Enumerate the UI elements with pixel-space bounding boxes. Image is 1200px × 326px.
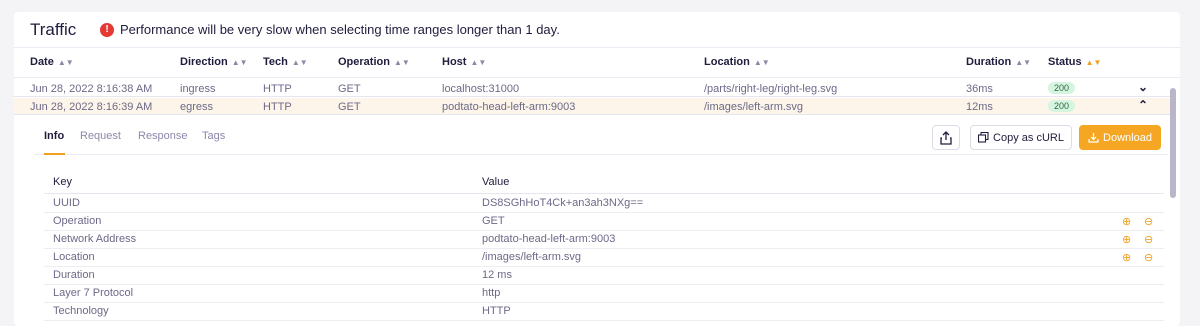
traffic-header: Traffic ! Performance will be very slow … (14, 12, 1180, 48)
zoom-out-icon[interactable]: ⊖ (1144, 251, 1153, 264)
cell-location: /images/left-arm.svg (704, 101, 804, 113)
cell-date: Jun 28, 2022 8:16:39 AM (30, 101, 153, 113)
cell-tech: HTTP (263, 83, 292, 95)
tab-request[interactable]: Request (80, 130, 121, 142)
col-location[interactable]: Location ▲▼ (704, 56, 770, 68)
sort-icon[interactable]: ▲▼ (754, 58, 770, 67)
kv-row-location: Location /images/left-arm.svg ⊕ ⊖ (44, 249, 1164, 267)
zoom-out-icon[interactable]: ⊖ (1144, 215, 1153, 228)
sort-icon[interactable]: ▲▼ (232, 58, 248, 67)
sort-icon[interactable]: ▲▼ (1086, 58, 1102, 67)
cell-host: podtato-head-left-arm:9003 (442, 101, 576, 113)
warning-icon: ! (100, 22, 114, 37)
cell-operation: GET (338, 101, 361, 113)
copy-curl-button[interactable]: Copy as cURL (970, 125, 1072, 150)
sort-icon[interactable]: ▲▼ (394, 58, 410, 67)
download-icon (1088, 133, 1099, 143)
sort-icon[interactable]: ▲▼ (470, 58, 486, 67)
detail-tabs: Info Request Response Tags Copy as cURL … (34, 116, 1168, 155)
table-row-selected[interactable]: Jun 28, 2022 8:16:39 AM egress HTTP GET … (14, 98, 1170, 115)
kv-row-layer7-protocol: Layer 7 Protocol http (44, 285, 1164, 303)
kv-row-duration: Duration 12 ms (44, 267, 1164, 285)
kv-row-technology: Technology HTTP (44, 303, 1164, 321)
status-badge: 200 (1048, 100, 1076, 112)
sort-icon[interactable]: ▲▼ (1015, 58, 1031, 67)
performance-warning: ! Performance will be very slow when sel… (100, 22, 560, 37)
cell-host: localhost:31000 (442, 83, 520, 95)
cell-date: Jun 28, 2022 8:16:38 AM (30, 83, 153, 95)
sort-icon[interactable]: ▲▼ (292, 58, 308, 67)
cell-tech: HTTP (263, 101, 292, 113)
status-badge: 200 (1048, 82, 1076, 94)
download-button[interactable]: Download (1079, 125, 1161, 150)
zoom-in-icon[interactable]: ⊕ (1122, 215, 1131, 228)
col-operation[interactable]: Operation ▲▼ (338, 56, 410, 68)
tab-info[interactable]: Info (44, 130, 64, 142)
cell-direction: egress (180, 101, 214, 113)
warning-text: Performance will be very slow when selec… (120, 22, 560, 37)
cell-duration: 36ms (966, 83, 993, 95)
tab-tags[interactable]: Tags (202, 130, 225, 142)
table-header: Date ▲▼ Direction ▲▼ Tech ▲▼ Operation ▲▼ Ho… (14, 48, 1180, 78)
zoom-out-icon[interactable]: ⊖ (1144, 233, 1153, 246)
col-status[interactable]: Status ▲▼ (1048, 56, 1101, 68)
kv-row-network-address: Network Address podtato-head-left-arm:90… (44, 231, 1164, 249)
col-host[interactable]: Host ▲▼ (442, 56, 486, 68)
cell-location: /parts/right-leg/right-leg.svg (704, 83, 838, 95)
sort-icon[interactable]: ▲▼ (58, 58, 74, 67)
share-icon (940, 130, 952, 145)
zoom-in-icon[interactable]: ⊕ (1122, 233, 1131, 246)
kv-row-uuid: UUID DS8SGhHoT4Ck+an3ah3NXg== (44, 195, 1164, 213)
table-row[interactable]: Jun 28, 2022 8:16:38 AM ingress HTTP GET… (14, 80, 1170, 97)
entry-details: Info Request Response Tags Copy as cURL … (34, 116, 1168, 326)
copy-icon (978, 132, 989, 143)
zoom-in-icon[interactable]: ⊕ (1122, 251, 1131, 264)
page-title: Traffic (30, 20, 77, 39)
col-duration[interactable]: Duration ▲▼ (966, 56, 1031, 68)
cell-duration: 12ms (966, 101, 993, 113)
share-button[interactable] (932, 125, 960, 150)
traffic-panel: Traffic ! Performance will be very slow … (14, 12, 1180, 326)
cell-direction: ingress (180, 83, 216, 95)
chevron-up-icon[interactable]: ⌃ (1138, 98, 1148, 112)
tab-response[interactable]: Response (138, 130, 188, 142)
kv-row-operation: Operation GET ⊕ ⊖ (44, 213, 1164, 231)
active-tab-indicator (44, 153, 65, 155)
scrollbar[interactable] (1170, 88, 1176, 198)
chevron-down-icon[interactable]: ⌄ (1138, 80, 1148, 94)
col-direction[interactable]: Direction ▲▼ (180, 56, 248, 68)
cell-operation: GET (338, 83, 361, 95)
info-table-header: Key Value (44, 170, 1164, 194)
col-tech[interactable]: Tech ▲▼ (263, 56, 308, 68)
col-date[interactable]: Date ▲▼ (30, 56, 74, 68)
